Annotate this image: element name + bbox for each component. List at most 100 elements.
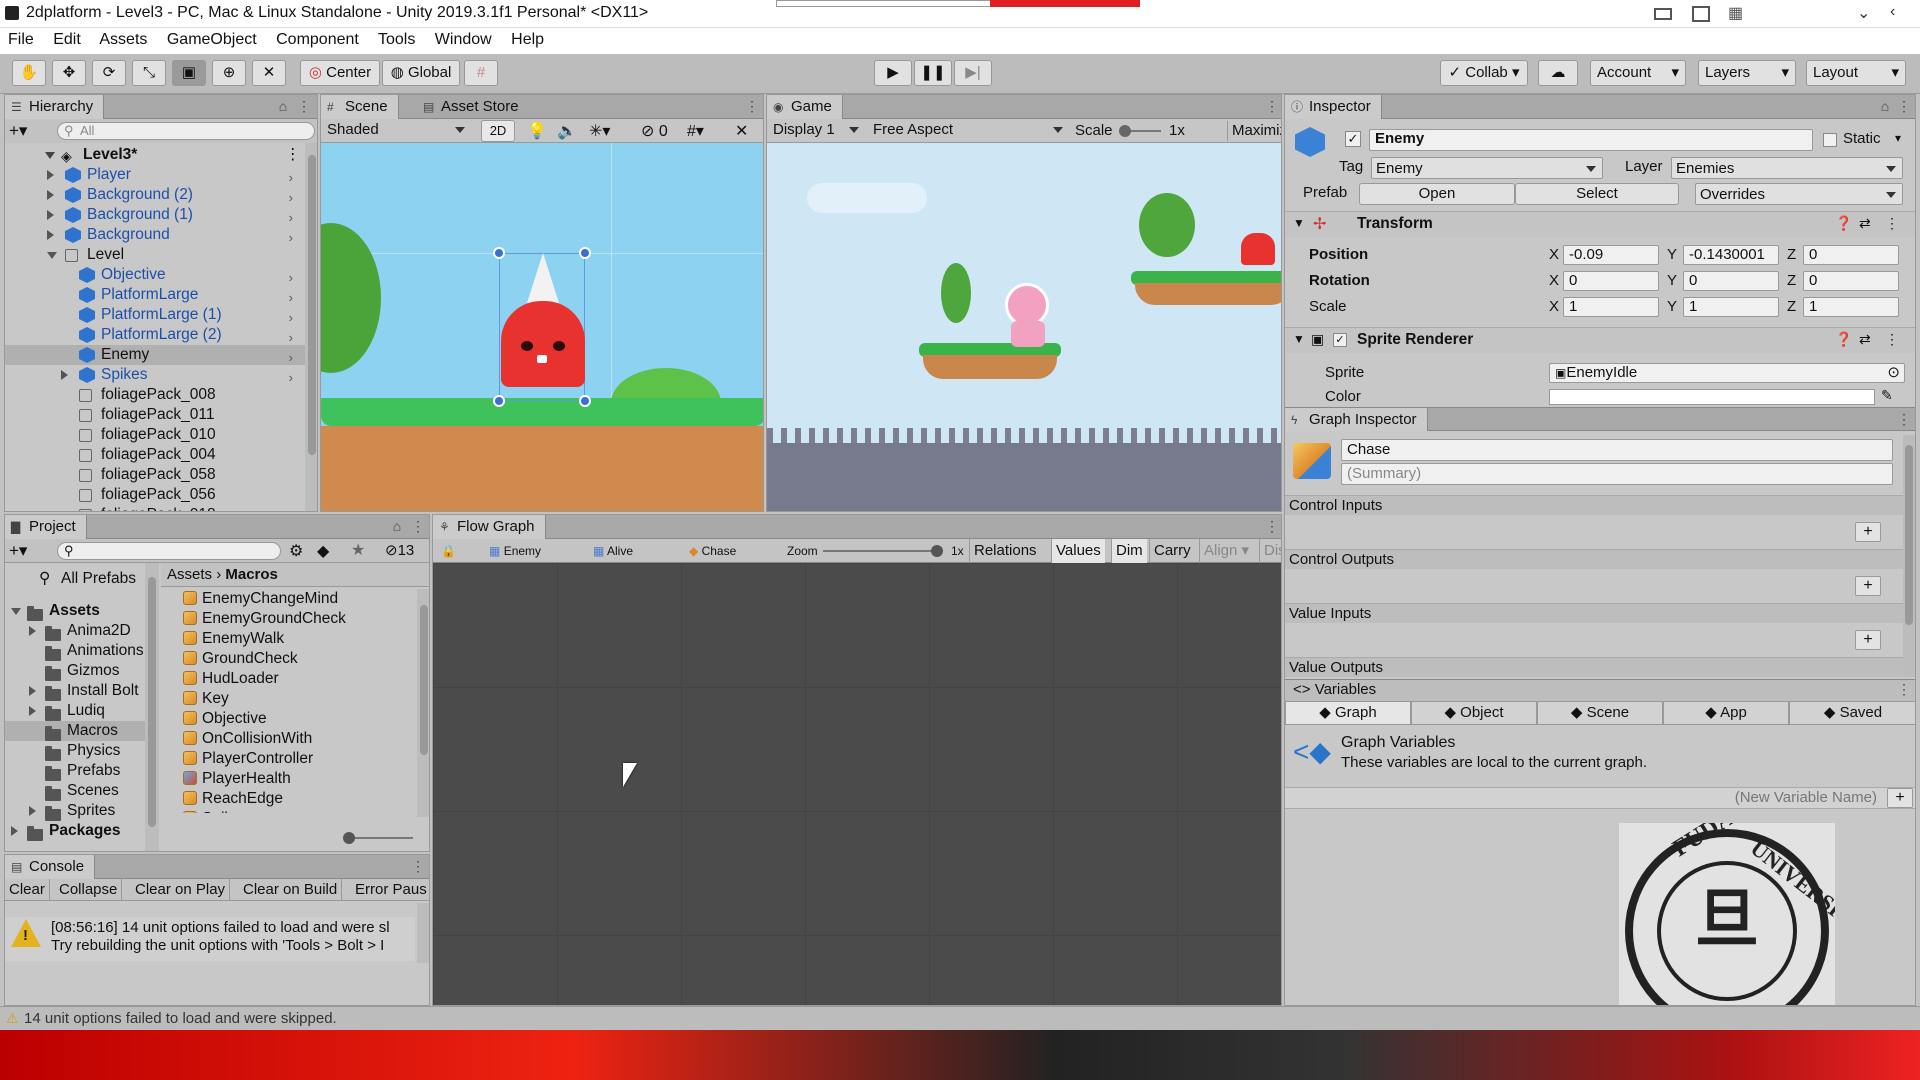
pivot-handle[interactable] [493,395,505,407]
scope-tab-saved[interactable]: ◆ Saved [1789,701,1915,725]
help-icon[interactable]: ❓ [1835,331,1852,348]
tab-console[interactable]: ▤ Console [5,855,96,879]
settings-icon[interactable]: ⇄ [1859,215,1871,232]
all-prefabs-row[interactable]: ⚲ All Prefabs [5,569,153,589]
grid-icon[interactable]: ▦ [1728,5,1748,23]
asset-item[interactable]: ReachEdge [161,789,415,809]
console-error-pause-button[interactable]: Error Paus [351,879,429,901]
values-button[interactable]: Values [1051,539,1105,563]
filter-label-icon[interactable]: ◆ [317,541,329,561]
aspect-dropdown[interactable]: Free Aspect [869,119,1069,141]
shading-dropdown[interactable]: Shaded [323,119,471,141]
tab-game[interactable]: ◉ Game [767,95,843,119]
project-tree-item[interactable]: Anima2D [5,621,153,641]
project-search-input[interactable]: ⚲ [57,542,281,560]
asset-item[interactable]: EnemyGroundCheck [161,609,415,629]
maximize-toggle[interactable]: Maximiz [1227,121,1281,141]
scale-z-field[interactable]: 1 [1803,297,1899,317]
hierarchy-item[interactable]: Background (2) › [5,185,305,205]
filter-type-icon[interactable]: ⚙ [289,541,303,561]
expand-icon[interactable] [45,152,55,159]
add-control-input-button[interactable]: + [1855,522,1881,542]
asset-item[interactable]: Key [161,689,415,709]
hierarchy-item[interactable]: foliagePack_056 [5,485,305,505]
icon-size-slider[interactable] [343,832,413,844]
hierarchy-scrollbar[interactable] [305,143,317,511]
audio-icon[interactable]: 🔈 [557,121,577,141]
breadcrumb-assets[interactable]: Assets [167,566,212,583]
graph-summary-field[interactable]: (Summary) [1341,463,1893,485]
rect-tool-button[interactable]: ▣ [172,60,206,86]
menu-help[interactable]: Help [511,31,544,48]
distribute-dropdown[interactable]: Dis [1259,539,1281,563]
hierarchy-item[interactable]: foliagePack_010 [5,425,305,445]
active-checkbox[interactable]: ✓ [1345,131,1361,147]
tab-scene[interactable]: # Scene [321,95,399,119]
project-tree-item[interactable]: Assets [5,601,153,621]
enemy-body[interactable] [501,301,585,387]
position-x-field[interactable]: -0.09 [1563,245,1659,265]
panel-menu-icon[interactable]: ⋮ [745,98,759,115]
restore-icon[interactable] [1692,6,1710,22]
scope-tab-graph[interactable]: ◆ Graph [1285,701,1411,725]
asset-item[interactable]: PlayerHealth [161,769,415,789]
chevron-down-icon[interactable]: ⌄ [1857,3,1870,23]
create-button[interactable]: +▾ [9,541,27,561]
scene-viewport[interactable] [321,143,763,511]
position-y-field[interactable]: -0.1430001 [1683,245,1779,265]
create-button[interactable]: +▾ [9,121,27,141]
scale-tool-button[interactable]: ⤡ [132,60,166,86]
expand-icon[interactable] [47,190,54,200]
asset-item[interactable]: OnCollisionWith [161,729,415,749]
asset-item[interactable]: GroundCheck [161,649,415,669]
transform-header[interactable]: ▼ ✢ Transform ❓ ⇄ ⋮ [1285,211,1915,237]
breadcrumb-macros[interactable]: Macros [225,566,278,583]
project-tree-item[interactable]: Scenes [5,781,153,801]
dim-button[interactable]: Dim [1111,539,1147,563]
collab-button[interactable]: ✓ Collab ▾ [1440,60,1528,86]
layer-dropdown[interactable]: Enemies [1671,157,1903,179]
console-scrollbar[interactable] [417,903,429,963]
graph-title-field[interactable]: Chase [1341,439,1893,461]
hidden-packages-icon[interactable]: ⊘13 [385,541,414,559]
scope-tab-scene[interactable]: ◆ Scene [1537,701,1663,725]
hierarchy-item[interactable]: foliagePack_004 [5,445,305,465]
panel-menu-icon[interactable]: ⋮ [297,98,311,115]
graph-inspector-scrollbar[interactable] [1903,435,1915,675]
lighting-icon[interactable]: 💡 [527,121,547,141]
console-log-entry[interactable]: ! [08:56:16] 14 unit options failed to l… [5,917,415,961]
scope-tab-object[interactable]: ◆ Object [1411,701,1537,725]
project-tree-item[interactable]: Physics [5,741,153,761]
menu-tools[interactable]: Tools [378,31,415,48]
expand-icon[interactable] [61,370,68,380]
hidden-objects-icon[interactable]: ⊘ 0 [641,121,668,141]
project-tree-item[interactable]: Packages [5,821,153,841]
carry-button[interactable]: Carry [1149,539,1195,563]
project-tree-scrollbar[interactable] [145,563,159,851]
breadcrumb-enemy[interactable]: ▦ Enemy [489,539,541,563]
favorite-icon[interactable]: ★ [351,540,365,560]
hierarchy-item[interactable]: PlatformLarge › [5,285,305,305]
add-control-output-button[interactable]: + [1855,576,1881,596]
display-dropdown[interactable]: Display 1 [769,119,865,141]
expand-icon[interactable] [47,170,54,180]
tab-graph-inspector[interactable]: ϟ Graph Inspector [1285,408,1428,431]
panel-menu-icon[interactable]: ⋮ [1897,681,1911,698]
breadcrumb-alive[interactable]: ▦ Alive [593,539,633,563]
hierarchy-item[interactable]: foliagePack_008 [5,385,305,405]
asset-item[interactable]: Objective [161,709,415,729]
object-name-field[interactable]: Enemy [1369,129,1813,151]
project-tree-item[interactable]: Sprites [5,801,153,821]
menu-window[interactable]: Window [435,31,492,48]
asset-item[interactable]: PlayerController [161,749,415,769]
breadcrumb-chase[interactable]: ◆ Chase [689,539,736,563]
expand-icon[interactable] [29,686,36,696]
panel-menu-icon[interactable]: ⋮ [1265,518,1279,535]
collapse-icon[interactable]: ▼ [1293,332,1305,346]
tab-variables[interactable]: <> Variables [1293,680,1376,700]
collapse-icon[interactable]: ▼ [1293,216,1305,230]
pivot-handle[interactable] [579,395,591,407]
hierarchy-item[interactable]: Spikes › [5,365,305,385]
custom-tool-button[interactable]: ✕ [252,60,286,86]
new-variable-input[interactable]: (New Variable Name) [1735,788,1877,808]
